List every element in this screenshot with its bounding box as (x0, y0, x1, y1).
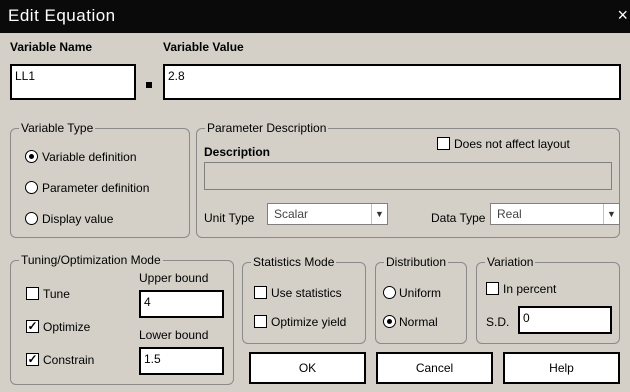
distribution-legend: Distribution (384, 255, 449, 269)
edit-equation-dialog: Edit Equation × Variable Name Variable V… (0, 0, 630, 392)
unit-type-value: Scalar (274, 207, 309, 221)
window-title: Edit Equation (8, 6, 116, 25)
description-label: Description (204, 145, 271, 159)
close-icon[interactable]: × (617, 5, 628, 26)
ok-button[interactable]: OK (249, 352, 366, 384)
upper-bound-label: Upper bound (139, 271, 209, 285)
normal-radio-icon[interactable] (383, 315, 396, 328)
variable-value-label: Variable Value (163, 40, 244, 54)
variable-type-legend: Variable Type (19, 121, 96, 135)
uniform-label: Uniform (399, 286, 442, 300)
parameter-definition-label: Parameter definition (42, 181, 150, 195)
statistics-mode-group: Statistics Mode (242, 255, 366, 344)
optimize-checkbox[interactable]: ✓ (26, 320, 39, 333)
lower-bound-input[interactable]: 1.5 (139, 347, 224, 375)
tune-label: Tune (43, 287, 70, 301)
variable-value-input[interactable]: 2.8 (163, 64, 621, 100)
use-statistics-label: Use statistics (271, 286, 342, 300)
uniform-radio-icon[interactable] (383, 286, 396, 299)
variable-definition-radio-icon[interactable] (25, 150, 38, 163)
does-not-affect-layout-label: Does not affect layout (454, 137, 570, 151)
tuning-optimization-legend: Tuning/Optimization Mode (19, 253, 163, 267)
variable-name-label: Variable Name (10, 40, 93, 54)
optimize-yield-checkbox[interactable] (254, 315, 267, 328)
cancel-button[interactable]: Cancel (376, 352, 493, 384)
help-button[interactable]: Help (503, 352, 620, 384)
variable-name-input[interactable]: LL1 (10, 64, 136, 100)
data-type-value: Real (497, 207, 522, 221)
sd-input[interactable]: 0 (518, 306, 612, 334)
data-type-label: Data Type (431, 211, 486, 225)
constrain-checkbox[interactable]: ✓ (26, 353, 39, 366)
distribution-group: Distribution (375, 255, 467, 344)
lower-bound-label: Lower bound (139, 328, 209, 342)
display-value-label: Display value (42, 212, 114, 226)
parameter-description-legend: Parameter Description (205, 121, 329, 135)
constrain-label: Constrain (43, 353, 95, 367)
parameter-definition-radio-icon[interactable] (25, 181, 38, 194)
optimize-yield-label: Optimize yield (271, 315, 347, 329)
use-statistics-checkbox[interactable] (254, 286, 267, 299)
title-bar[interactable]: Edit Equation × (0, 0, 630, 33)
upper-bound-input[interactable]: 4 (139, 290, 224, 318)
sd-label: S.D. (486, 315, 510, 329)
description-input[interactable] (204, 162, 612, 190)
unit-type-select[interactable]: Scalar ▼ (267, 203, 388, 225)
in-percent-checkbox[interactable] (486, 282, 499, 295)
in-percent-label: In percent (503, 282, 557, 296)
data-type-select[interactable]: Real ▼ (490, 203, 620, 225)
tune-checkbox[interactable] (26, 287, 39, 300)
normal-label: Normal (399, 315, 438, 329)
does-not-affect-layout-checkbox[interactable] (437, 137, 450, 150)
statistics-mode-legend: Statistics Mode (251, 255, 337, 269)
variable-definition-label: Variable definition (42, 150, 137, 164)
equals-sign (146, 82, 152, 88)
display-value-radio-icon[interactable] (25, 212, 38, 225)
variation-legend: Variation (485, 255, 536, 269)
optimize-label: Optimize (43, 320, 91, 334)
chevron-down-icon[interactable]: ▼ (603, 204, 619, 224)
unit-type-label: Unit Type (204, 211, 255, 225)
chevron-down-icon[interactable]: ▼ (371, 204, 387, 224)
